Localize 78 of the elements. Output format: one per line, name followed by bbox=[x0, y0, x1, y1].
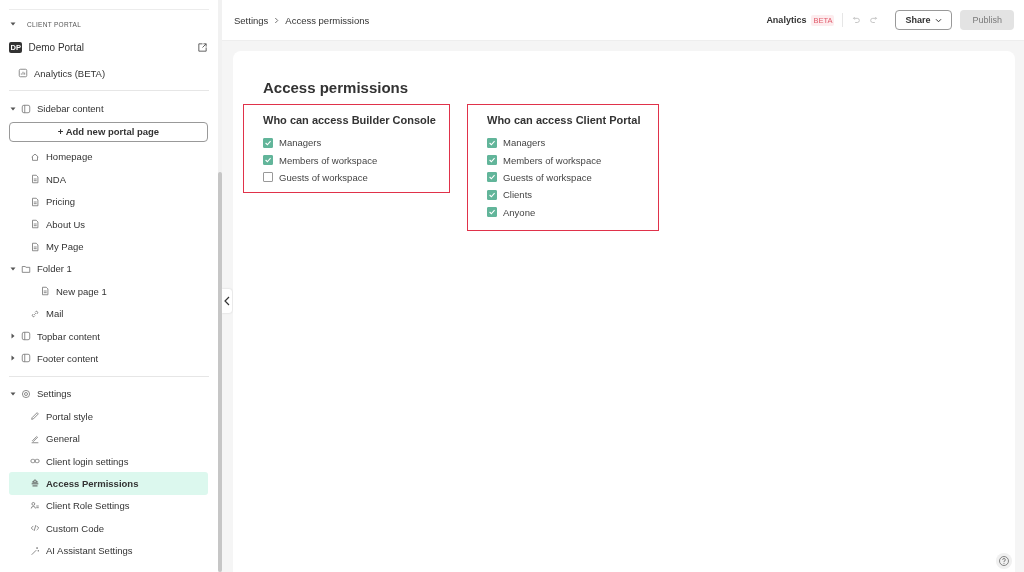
portal-name[interactable]: Demo Portal bbox=[28, 41, 84, 53]
panel-title: Who can access Client Portal bbox=[487, 114, 642, 126]
sidebar-item[interactable]: My Page bbox=[46, 241, 84, 253]
section-label[interactable]: Settings bbox=[37, 388, 72, 400]
page-icon bbox=[30, 219, 40, 230]
sidebar-item[interactable]: About Us bbox=[46, 218, 86, 230]
caret-icon[interactable] bbox=[10, 333, 16, 340]
caret-icon[interactable] bbox=[10, 390, 16, 397]
checkbox[interactable] bbox=[263, 155, 273, 166]
sidebar-item[interactable]: Homepage bbox=[46, 151, 93, 163]
nav-item[interactable]: Client login settings bbox=[9, 449, 208, 473]
checkbox[interactable] bbox=[487, 172, 497, 183]
chevron-down-icon bbox=[935, 17, 943, 23]
nav-item[interactable]: Portal style bbox=[9, 405, 208, 428]
section-label[interactable]: Topbar content bbox=[37, 330, 100, 342]
add-page-button[interactable]: + Add new portal page bbox=[9, 121, 208, 142]
link-icon bbox=[30, 308, 40, 319]
panel-title: Who can access Builder Console bbox=[263, 114, 437, 126]
sidebar-item[interactable]: New page 1 bbox=[56, 285, 107, 297]
redo-icon[interactable] bbox=[869, 15, 880, 25]
checkbox-label: Managers bbox=[279, 137, 322, 149]
panel-icon bbox=[21, 331, 31, 342]
checkbox-label: Guests of workspace bbox=[503, 171, 592, 183]
panel-icon bbox=[21, 103, 31, 114]
checkbox-label: Anyone bbox=[503, 206, 536, 218]
chart-icon bbox=[18, 68, 28, 79]
collapse-sidebar-button[interactable] bbox=[222, 289, 232, 313]
checkbox-label: Members of workspace bbox=[503, 154, 602, 166]
breadcrumb-item[interactable]: Settings bbox=[234, 14, 269, 26]
section-label[interactable]: Footer content bbox=[37, 353, 99, 364]
checkbox[interactable] bbox=[487, 207, 497, 218]
checkbox-label: Guests of workspace bbox=[279, 171, 368, 183]
page-icon bbox=[30, 196, 40, 207]
share-button[interactable]: Share bbox=[895, 10, 953, 30]
caret-icon[interactable] bbox=[10, 355, 16, 362]
breadcrumb-item: Access permissions bbox=[285, 14, 370, 26]
checkbox[interactable] bbox=[487, 155, 497, 166]
caret-icon[interactable] bbox=[10, 105, 16, 112]
nav-item[interactable]: AI Assistant Settings bbox=[9, 539, 208, 562]
home-icon bbox=[30, 151, 40, 162]
undo-icon[interactable] bbox=[851, 15, 862, 25]
sidebar-item[interactable]: NDA bbox=[46, 173, 67, 185]
nav-item[interactable]: Access Permissions bbox=[9, 472, 208, 495]
page-icon bbox=[30, 241, 40, 252]
panel-icon bbox=[21, 353, 31, 364]
access-icon bbox=[30, 478, 40, 489]
page-icon bbox=[40, 286, 50, 297]
page-icon bbox=[30, 174, 40, 185]
sidebar-item[interactable]: Analytics (BETA) bbox=[34, 67, 106, 79]
gear-icon bbox=[21, 388, 31, 399]
caret-icon[interactable] bbox=[10, 265, 16, 272]
nav-item[interactable]: Custom Code bbox=[9, 517, 208, 540]
folder-icon bbox=[21, 263, 31, 274]
nav-item[interactable]: Client Role Settings bbox=[9, 494, 208, 518]
checkbox[interactable] bbox=[487, 137, 497, 148]
page-title: Access permissions bbox=[263, 79, 410, 96]
checkbox[interactable] bbox=[487, 189, 497, 200]
magic-wand-icon bbox=[30, 545, 40, 556]
pencil-icon bbox=[30, 411, 40, 422]
caret-icon[interactable] bbox=[10, 21, 16, 27]
external-link-icon[interactable] bbox=[197, 41, 208, 53]
analytics-link[interactable]: Analytics bbox=[766, 15, 807, 25]
sidebar-item[interactable]: Pricing bbox=[46, 196, 76, 208]
checkbox-label: Managers bbox=[503, 137, 546, 149]
checkbox-label: Members of workspace bbox=[279, 154, 378, 166]
chevron-left-icon bbox=[224, 296, 230, 306]
users-icon bbox=[30, 500, 40, 511]
nav-item[interactable]: General bbox=[9, 427, 208, 450]
checkbox-label: Clients bbox=[503, 189, 533, 201]
sidebar-item[interactable]: Mail bbox=[46, 308, 64, 320]
chevron-right-icon bbox=[274, 16, 280, 24]
sidebar-item[interactable]: Folder 1 bbox=[37, 263, 72, 275]
checkbox[interactable] bbox=[263, 137, 273, 148]
section-label[interactable]: Sidebar content bbox=[37, 103, 104, 115]
help-icon[interactable] bbox=[995, 552, 1013, 570]
checkbox[interactable] bbox=[263, 172, 273, 183]
code-icon bbox=[30, 523, 40, 534]
pen-icon bbox=[30, 433, 40, 444]
